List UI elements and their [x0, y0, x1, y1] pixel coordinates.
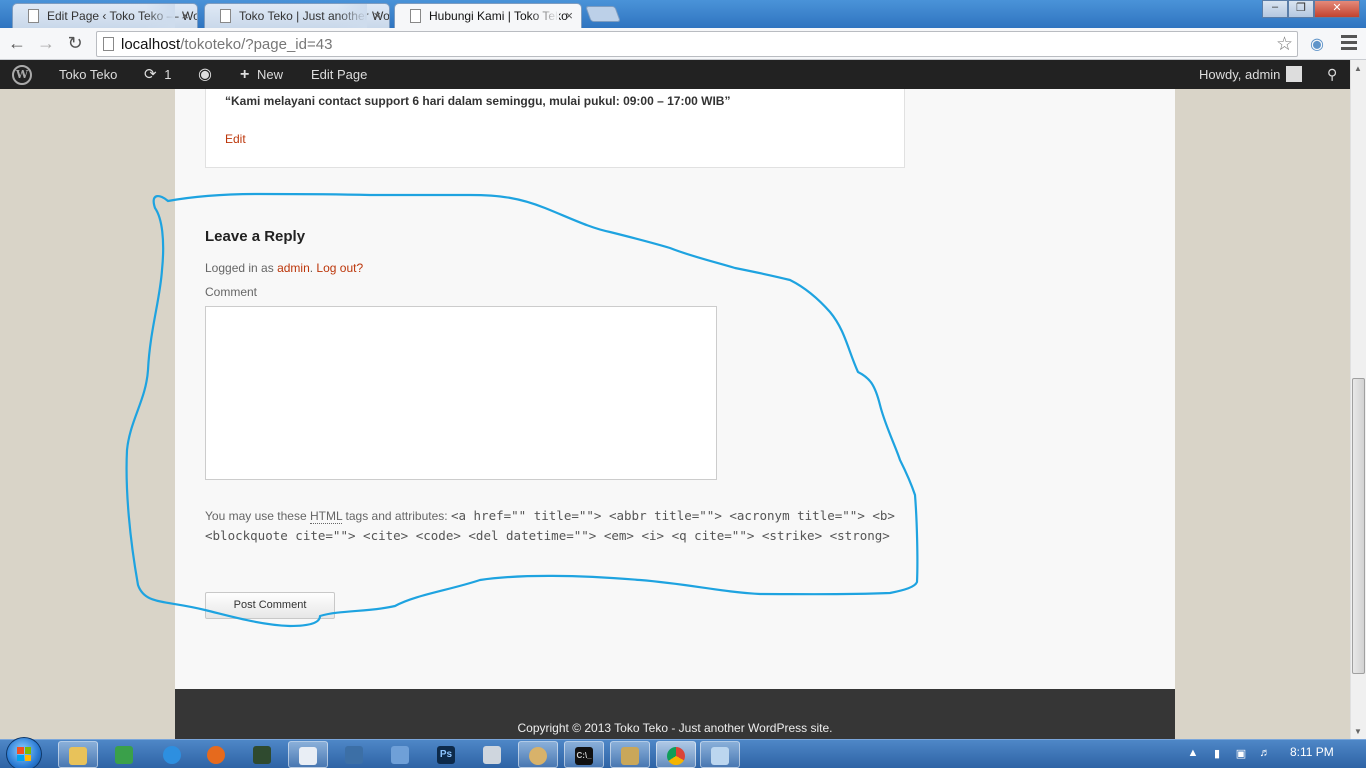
chrome-icon — [667, 746, 685, 765]
html-abbr: HTML — [309, 509, 343, 524]
tray-device-icon[interactable]: ▮ — [1210, 747, 1224, 761]
logout-link[interactable]: Log out? — [316, 261, 363, 275]
page-icon — [220, 9, 231, 23]
cmd-taskbar-button[interactable]: C:\_ — [564, 741, 604, 768]
network-taskbar-button[interactable] — [104, 741, 144, 768]
wp-admin-bar: W Toko Teko ⟳ 1 ◉ + New Edit Page Howdy,… — [0, 60, 1350, 89]
python-icon — [345, 745, 363, 764]
windows-logo-icon — [17, 747, 31, 761]
window-taskbar-button[interactable] — [700, 741, 740, 768]
bookmark-star-icon[interactable]: ☆ — [1276, 33, 1293, 56]
comments-bubble-icon[interactable]: ◉ — [198, 60, 212, 89]
internet-explorer-taskbar-button[interactable] — [152, 741, 192, 768]
copyright-text: Copyright © 2013 Toko Teko - Just anothe… — [517, 721, 833, 735]
forward-arrow-icon[interactable]: → — [34, 32, 58, 56]
page-icon — [28, 9, 39, 23]
browser-tab-toko-teko[interactable]: Toko Teko | Just another WordPress site … — [204, 3, 390, 28]
photoshop-icon: Ps — [437, 745, 455, 764]
updates-icon: ⟳ — [144, 66, 157, 83]
calculator-taskbar-button[interactable] — [472, 741, 512, 768]
comment-textarea[interactable] — [205, 306, 717, 480]
firefox-taskbar-button[interactable] — [196, 741, 236, 768]
profile-link[interactable]: admin — [277, 261, 310, 275]
tab-title: Edit Page ‹ Toko Teko — WordPress — [47, 9, 198, 23]
folder-icon — [69, 746, 87, 765]
site-footer: Copyright © 2013 Toko Teko - Just anothe… — [175, 689, 1175, 739]
adminbar-updates[interactable]: ⟳ 1 — [144, 60, 171, 89]
adminbar-my-account[interactable]: Howdy, admin — [1199, 60, 1303, 89]
box-icon — [391, 745, 409, 764]
tool-taskbar-button[interactable] — [610, 741, 650, 768]
close-tab-icon[interactable]: × — [373, 8, 381, 23]
adminbar-edit-page[interactable]: Edit Page — [311, 60, 367, 89]
plus-icon: + — [240, 66, 250, 83]
camera-icon[interactable]: ◉ — [1307, 34, 1327, 54]
avatar — [1286, 66, 1303, 82]
close-tab-icon[interactable]: × — [181, 8, 189, 23]
python-taskbar-button[interactable] — [334, 741, 374, 768]
allowed-tags-note: You may use these HTML tags and attribut… — [205, 508, 895, 543]
scroll-down-arrow-icon[interactable]: ▼ — [1354, 727, 1362, 736]
firefox-icon — [207, 745, 225, 764]
vertical-scrollbar[interactable]: ▲ ▼ — [1350, 60, 1366, 739]
logged-in-as: Logged in as admin. Log out? — [205, 261, 364, 275]
new-tab-button[interactable] — [585, 6, 621, 22]
system-clock[interactable]: 8:11 PM — [1290, 745, 1334, 759]
internet-explorer-icon — [163, 745, 181, 764]
search-icon[interactable]: ⚲ — [1327, 60, 1337, 89]
paint-taskbar-button[interactable] — [518, 741, 558, 768]
cmd-icon: C:\_ — [575, 746, 593, 765]
adminbar-site-name[interactable]: Toko Teko — [59, 60, 117, 89]
edit-link[interactable]: Edit — [225, 132, 246, 146]
notepad-icon — [299, 746, 317, 765]
terminal-taskbar-button[interactable] — [242, 741, 282, 768]
notepad-taskbar-button[interactable] — [288, 741, 328, 768]
wordpress-logo-icon[interactable]: W — [12, 65, 32, 85]
terminal-icon — [253, 745, 271, 764]
adminbar-new[interactable]: + New — [240, 60, 283, 89]
page-icon — [103, 37, 114, 51]
browser-tab-strip: Edit Page ‹ Toko Teko — WordPress × Toko… — [0, 0, 1366, 29]
scrollbar-thumb[interactable] — [1352, 378, 1365, 674]
windows-taskbar: Ps C:\_ ▲ ▮ ▣ ♬ — [0, 737, 1366, 768]
page-icon — [410, 9, 421, 23]
calculator-icon — [483, 745, 501, 764]
network-status-icon[interactable]: ▣ — [1234, 747, 1248, 761]
photoshop-taskbar-button[interactable]: Ps — [426, 741, 466, 768]
close-tab-icon[interactable]: × — [565, 8, 573, 23]
updates-count: 1 — [164, 67, 172, 82]
chrome-taskbar-button[interactable] — [656, 741, 696, 768]
paint-palette-icon — [529, 746, 547, 765]
comment-label: Comment — [205, 285, 258, 299]
close-window-button[interactable]: ✕ — [1314, 0, 1360, 18]
volume-icon[interactable]: ♬ — [1258, 747, 1272, 761]
explorer-taskbar-button[interactable] — [58, 741, 98, 768]
network-icon — [115, 745, 133, 764]
post-comment-button[interactable]: Post Comment — [205, 592, 335, 619]
show-hidden-icons-arrow-icon[interactable]: ▲ — [1186, 747, 1200, 761]
address-bar[interactable]: localhost/tokoteko/?page_id=43 ☆ — [96, 31, 1298, 57]
scroll-up-arrow-icon[interactable]: ▲ — [1354, 64, 1362, 73]
minimize-button[interactable]: – — [1262, 0, 1288, 18]
url-text: localhost/tokoteko/?page_id=43 — [121, 36, 333, 53]
virtualbox-taskbar-button[interactable] — [380, 741, 420, 768]
tab-title: Toko Teko | Just another WordPress site — [239, 9, 390, 23]
reply-title: Leave a Reply — [205, 228, 306, 245]
browser-toolbar: ← → ↻ localhost/tokoteko/?page_id=43 ☆ ◉ — [0, 28, 1366, 60]
browser-tab-hubungi-kami[interactable]: Hubungi Kami | Toko Teko × — [394, 3, 582, 29]
browser-tab-edit-page[interactable]: Edit Page ‹ Toko Teko — WordPress × — [12, 3, 198, 28]
support-hours-quote: “Kami melayani contact support 6 hari da… — [225, 94, 731, 108]
start-button[interactable] — [6, 737, 42, 768]
reload-icon[interactable]: ↻ — [63, 32, 87, 56]
chrome-menu-icon[interactable] — [1339, 33, 1359, 53]
maximize-button[interactable]: ❐ — [1288, 0, 1314, 18]
window-icon — [711, 746, 729, 765]
tool-icon — [621, 746, 639, 765]
back-arrow-icon[interactable]: ← — [5, 32, 29, 56]
